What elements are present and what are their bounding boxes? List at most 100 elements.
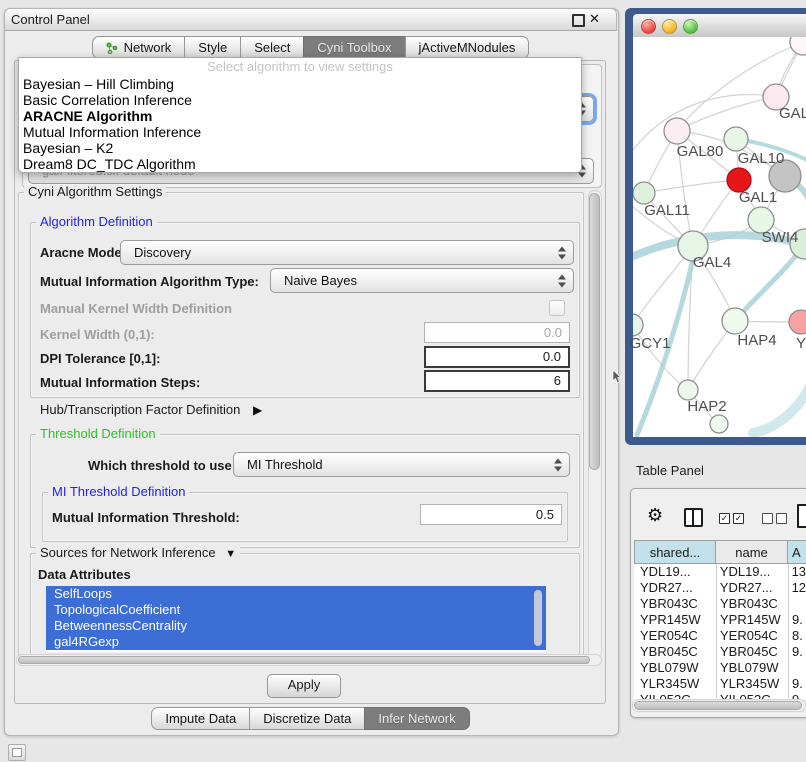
node-label: GCY1	[630, 335, 671, 352]
node-label: GAL4	[693, 254, 731, 271]
node-salmon[interactable]	[789, 310, 806, 334]
node-label: GAL	[779, 105, 806, 122]
sources-group-title[interactable]: Sources for Network Inference ▼	[36, 546, 240, 561]
dpi-tolerance-field[interactable]: 0.0	[424, 346, 570, 368]
bottom-tab-bar: Impute Data Discretize Data Infer Networ…	[4, 707, 617, 730]
node-label: HAP2	[687, 398, 726, 415]
node-gal10[interactable]	[724, 127, 748, 151]
algorithm-option[interactable]: Mutual Information Inference	[19, 124, 581, 140]
minimize-window-icon[interactable]	[662, 19, 677, 34]
split-columns-icon[interactable]	[684, 508, 703, 527]
mi-threshold-label: Mutual Information Threshold:	[52, 510, 240, 526]
table-hscrollbar-thumb[interactable]	[634, 701, 802, 710]
table-row[interactable]: YER054C YER054C 8.	[634, 628, 806, 644]
algorithm-option[interactable]: Bayesian – K2	[19, 140, 581, 156]
node[interactable]	[710, 415, 728, 433]
table-row[interactable]: YDR27... YDR27... 12	[634, 580, 806, 596]
kernel-width-label: Kernel Width (0,1):	[40, 327, 155, 343]
aracne-mode-combo[interactable]: Discovery	[120, 240, 574, 265]
settings-scrollbar-thumb[interactable]	[589, 193, 600, 470]
settings-hscrollbar-thumb[interactable]	[18, 656, 590, 664]
mi-type-label: Mutual Information Algorithm Type:	[40, 274, 259, 290]
checkbox-unchecked-icon[interactable]	[762, 513, 773, 524]
column-header-partial[interactable]: A	[788, 540, 806, 564]
tab-infer-network[interactable]: Infer Network	[364, 707, 469, 730]
gear-icon[interactable]: ⚙	[647, 506, 663, 524]
collapse-right-icon[interactable]: ▶	[253, 403, 262, 417]
tab-select[interactable]: Select	[240, 36, 304, 59]
node-hap4[interactable]	[722, 308, 748, 334]
list-scrollbar-thumb[interactable]	[534, 590, 542, 646]
column-divider	[716, 564, 717, 698]
column-header-name[interactable]: name	[716, 540, 788, 564]
panel-corner-button[interactable]	[8, 744, 26, 761]
manual-kernel-label: Manual Kernel Width Definition	[40, 301, 232, 317]
top-tab-bar: Network Style Select Cyni Toolbox jActiv…	[4, 36, 617, 59]
data-attributes-list: SelfLoops TopologicalCoefficient Between…	[46, 586, 546, 652]
table-row[interactable]: YBR043C YBR043C	[634, 596, 806, 612]
column-divider	[788, 564, 789, 698]
node-label: GAL10	[738, 150, 785, 167]
list-item[interactable]: gal4RGexp	[46, 634, 546, 650]
node-label: GAL11	[644, 202, 690, 219]
node-gal80[interactable]	[664, 118, 690, 144]
mi-steps-field[interactable]: 6	[424, 370, 570, 392]
tab-network[interactable]: Network	[92, 36, 186, 59]
table-header: shared... name A	[634, 540, 806, 564]
aracne-mode-label: Aracne Mode:	[40, 245, 126, 261]
threshold-definition-title: Threshold Definition	[36, 427, 160, 441]
data-attributes-label: Data Attributes	[38, 567, 131, 583]
column-header-shared[interactable]: shared...	[634, 540, 716, 564]
apply-button[interactable]: Apply	[267, 674, 341, 698]
node-label: GAL1	[739, 189, 777, 206]
table-body: YDL19... YDL19... 13 YDR27... YDR27... 1…	[634, 564, 806, 700]
algorithm-option[interactable]: Basic Correlation Inference	[19, 92, 581, 108]
new-table-icon[interactable]	[797, 504, 806, 528]
hub-section-label[interactable]: Hub/Transcription Factor Definition ▶	[40, 402, 262, 418]
node[interactable]	[790, 37, 806, 55]
node-label: SWI4	[762, 229, 799, 246]
settings-group-title: Cyni Algorithm Settings	[24, 185, 166, 199]
node-hap2[interactable]	[678, 380, 698, 400]
collapse-down-icon[interactable]: ▼	[225, 548, 236, 560]
stepper-icon	[558, 246, 566, 259]
list-item[interactable]: SelfLoops	[46, 586, 546, 602]
checkbox-checked-icon[interactable]: ✓	[719, 513, 730, 524]
table-row[interactable]: YBL079W YBL079W	[634, 660, 806, 676]
table-row[interactable]: YLR345W YLR345W 9.	[634, 676, 806, 692]
mi-threshold-field[interactable]: 0.5	[420, 504, 562, 525]
tab-impute-data[interactable]: Impute Data	[151, 707, 250, 730]
checkbox-unchecked-icon[interactable]	[776, 513, 787, 524]
tab-discretize-data[interactable]: Discretize Data	[249, 707, 365, 730]
network-window-titlebar[interactable]	[633, 14, 806, 38]
algorithm-option[interactable]: Dream8 DC_TDC Algorithm	[19, 156, 581, 172]
zoom-window-icon[interactable]	[683, 19, 698, 34]
dpi-tolerance-label: DPI Tolerance [0,1]:	[40, 351, 160, 367]
tab-style[interactable]: Style	[184, 36, 241, 59]
table-row[interactable]: YBR045C YBR045C 9.	[634, 644, 806, 660]
which-threshold-combo[interactable]: MI Threshold	[233, 452, 570, 477]
tab-cyni-toolbox[interactable]: Cyni Toolbox	[303, 36, 405, 59]
close-window-icon[interactable]	[641, 19, 656, 34]
node-gcy1[interactable]	[633, 314, 643, 336]
tab-jactivemnodules[interactable]: jActiveMNodules	[405, 36, 530, 59]
panel-corner-glyph	[12, 748, 22, 757]
mi-type-combo[interactable]: Naive Bayes	[270, 268, 574, 293]
stepper-icon	[554, 458, 562, 471]
table-row[interactable]: YPR145W YPR145W 9.	[634, 612, 806, 628]
checkbox-checked-icon[interactable]: ✓	[733, 513, 744, 524]
node-label: Y	[796, 335, 806, 352]
node-label: HAP4	[737, 332, 776, 349]
algorithm-option[interactable]: Bayesian – Hill Climbing	[19, 76, 581, 92]
which-threshold-label: Which threshold to use:	[88, 458, 236, 474]
node-gal11[interactable]	[633, 182, 655, 204]
float-panel-icon[interactable]	[572, 14, 585, 27]
close-icon[interactable]: ✕	[589, 11, 600, 27]
list-item[interactable]: BetweennessCentrality	[46, 618, 546, 634]
table-row[interactable]: YDL19... YDL19... 13	[634, 564, 806, 580]
mi-threshold-group-title: MI Threshold Definition	[48, 485, 189, 499]
algorithm-option-selected[interactable]: ARACNE Algorithm	[19, 108, 581, 124]
kernel-width-field[interactable]: 0.0	[424, 322, 570, 343]
manual-kernel-checkbox[interactable]	[549, 300, 565, 316]
list-item[interactable]: TopologicalCoefficient	[46, 602, 546, 618]
